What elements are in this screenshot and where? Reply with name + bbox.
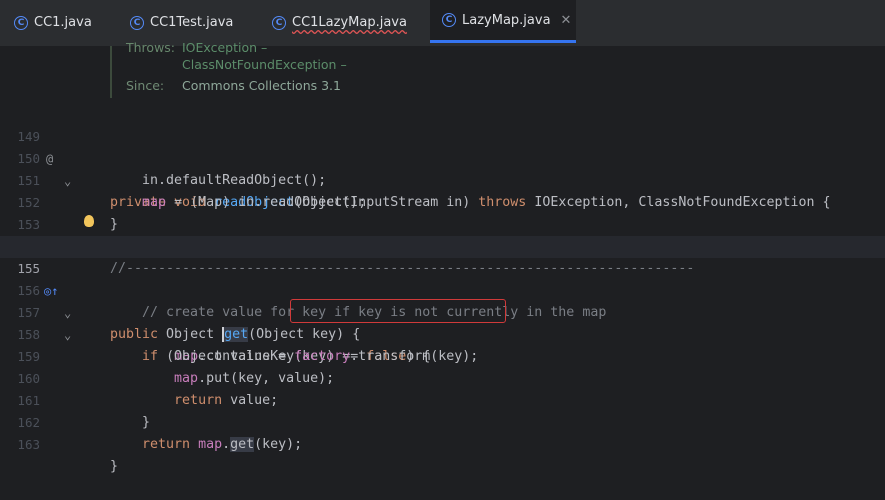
java-class-icon: C: [442, 13, 456, 27]
close-icon[interactable]: ✕: [561, 13, 572, 28]
java-class-icon: C: [272, 15, 286, 30]
doc-throws-ioexception: IOException –: [182, 40, 268, 55]
code-line: 154 //----------------------------------…: [0, 214, 885, 276]
doc-border: [110, 46, 112, 98]
doc-since-value: Commons Collections 3.1: [182, 78, 341, 93]
code-editor[interactable]: Throws: IOException – ClassNotFoundExcep…: [0, 40, 885, 474]
tab-cc1lazymap-java[interactable]: C CC1LazyMap.java: [272, 0, 407, 45]
code-line: 159 map.put(key, value);: [0, 324, 885, 386]
code-line: 153: [0, 192, 885, 232]
tab-label: CC1LazyMap.java: [292, 15, 407, 30]
tab-label: LazyMap.java: [462, 12, 551, 28]
doc-since-label: Since:: [126, 78, 165, 93]
code-line: 161 }: [0, 368, 885, 430]
tab-label: CC1.java: [34, 15, 92, 30]
tab-cc1-java[interactable]: C CC1.java: [14, 0, 92, 45]
doc-throws-classnotfound: ClassNotFoundException –: [182, 57, 347, 72]
tab-label: CC1Test.java: [150, 15, 234, 30]
code-line: 162 return map.get(key);: [0, 390, 885, 452]
doc-throws-label: Throws:: [126, 40, 176, 55]
java-class-icon: C: [130, 15, 144, 30]
line-number: 163: [17, 437, 40, 452]
code-line: 149 @ ⌄ private void readObject(ObjectIn…: [0, 104, 885, 210]
code-line: 160 return value;: [0, 346, 885, 408]
code-line: 156 // create value for key if key is no…: [0, 258, 885, 320]
tab-cc1test-java[interactable]: C CC1Test.java: [130, 0, 233, 45]
code-line: 152 }: [0, 170, 885, 232]
code-line-current: 155 ◎↑ ⌄ public Object get(Object key) {: [0, 236, 885, 342]
lightbulb-icon[interactable]: [84, 215, 94, 227]
tab-lazymap-java[interactable]: C LazyMap.java ✕: [430, 0, 576, 43]
java-class-icon: C: [14, 15, 28, 30]
highlight-annotation-box: [290, 299, 506, 323]
code-line: 151 map = (Map) in.readObject();: [0, 148, 885, 210]
code-line: 150 in.defaultReadObject();: [0, 126, 885, 188]
code-line: 163 }: [0, 412, 885, 474]
